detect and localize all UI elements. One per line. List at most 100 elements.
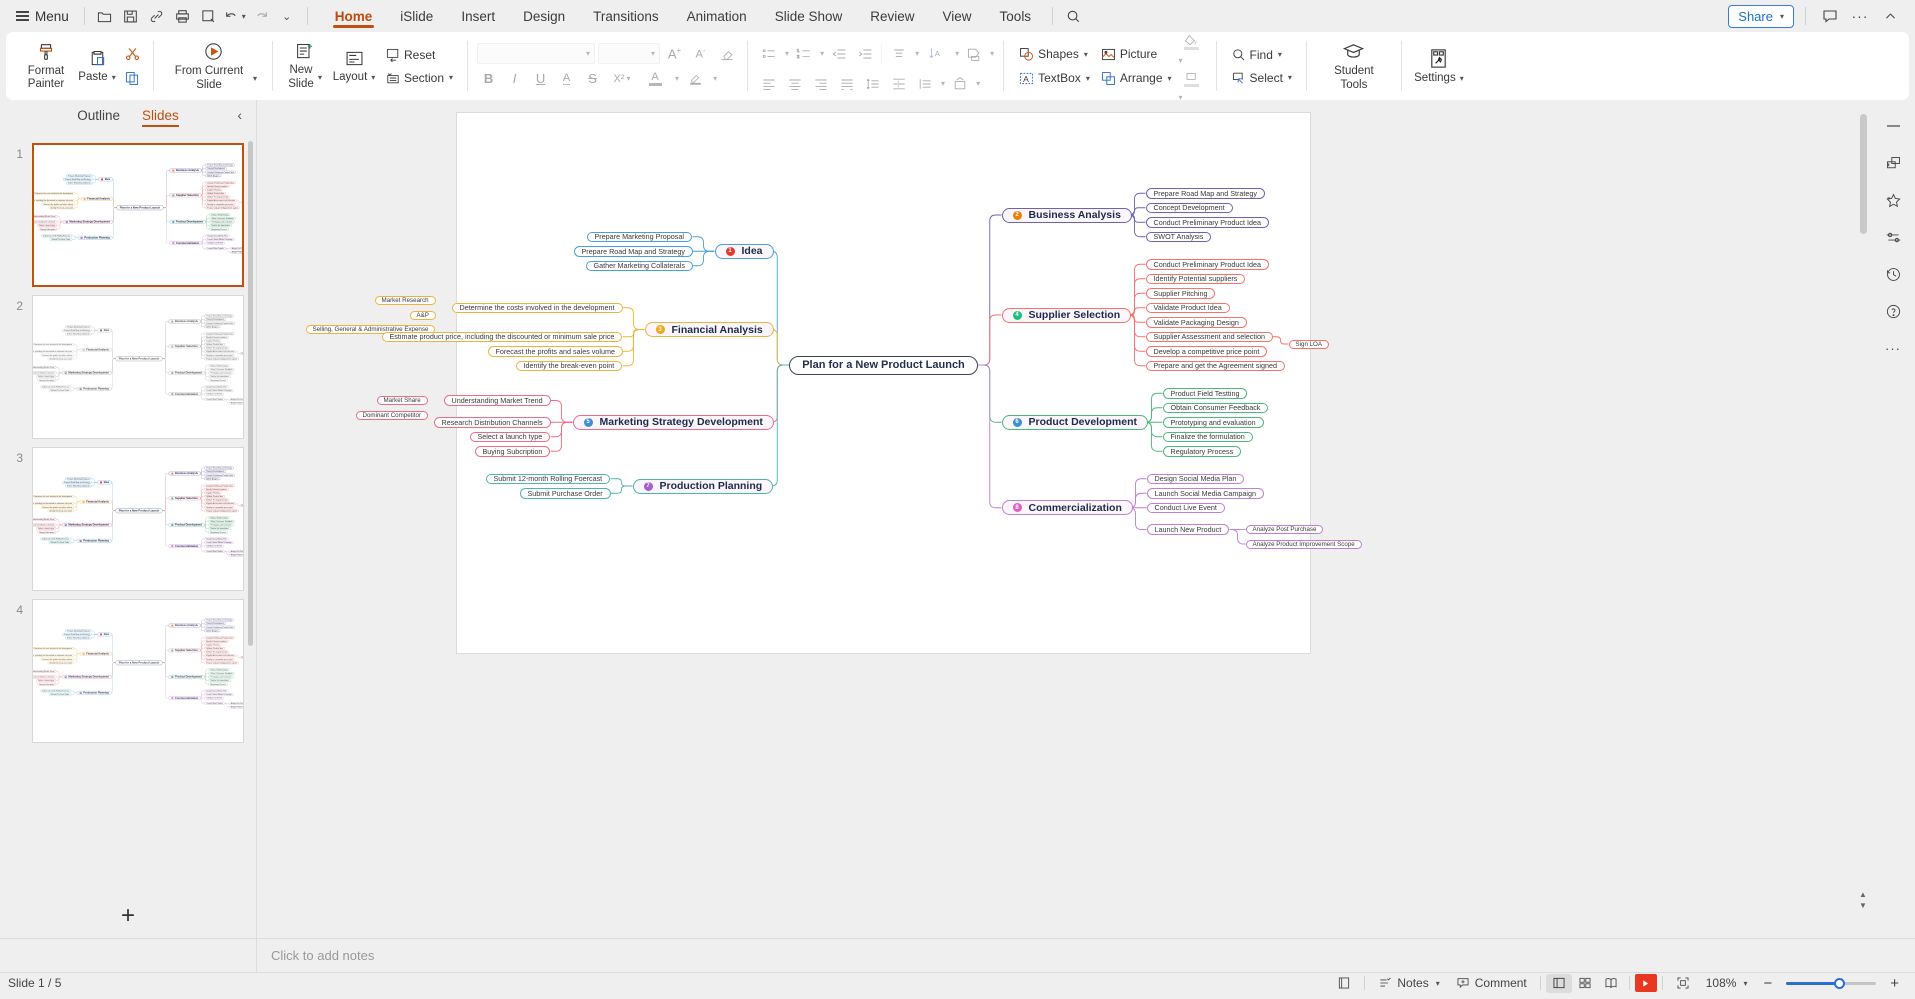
chevron-left-icon[interactable]: ‹ — [237, 107, 242, 123]
mindmap-node[interactable]: SWOT Analysis — [204, 629, 221, 633]
mindmap-node[interactable]: Regulatory Process — [208, 530, 228, 534]
new-slide-button[interactable]: New Slide ▾ — [282, 39, 328, 92]
zoom-in-icon[interactable]: + — [1882, 974, 1907, 993]
mindmap-node[interactable]: Develop a competitive price point — [204, 353, 235, 357]
mindmap-node[interactable]: Prepare Road Map and Strategy — [61, 633, 92, 636]
mindmap-node[interactable]: Forecast the profits and sales volume — [40, 353, 75, 357]
list-item[interactable]: 1 Plan for a New Product Launch 1 Idea Prep… — [0, 139, 256, 291]
mindmap-node[interactable]: Concept Development — [1145, 202, 1233, 213]
mindmap-node[interactable]: Design Social Media Plan — [1146, 473, 1245, 484]
mindmap-node[interactable]: Gather Marketing Collaterals — [64, 484, 92, 488]
mindmap-node[interactable]: Identify Potential suppliers — [205, 184, 230, 188]
mindmap-node[interactable]: Prototyping and evaluation — [208, 523, 234, 527]
mindmap-node[interactable]: Analyze Product Improvement Scope — [228, 706, 243, 709]
mindmap-node[interactable]: 7 Production Planning — [76, 538, 112, 543]
align-left-icon[interactable] — [757, 73, 780, 95]
mindmap-node[interactable]: Estimate product price, including the di… — [34, 199, 76, 202]
mindmap-node[interactable]: 7 Production Planning — [76, 386, 112, 391]
mindmap-node[interactable]: Understanding Market Trend — [443, 395, 551, 406]
mindmap-node[interactable]: Gather Marketing Collaterals — [64, 332, 92, 336]
mindmap-node[interactable]: 8 Commercialization — [168, 696, 201, 700]
layout-button[interactable]: Layout ▾ — [328, 46, 380, 86]
find-button[interactable]: Find ▾ — [1226, 45, 1297, 65]
mindmap-node[interactable]: Conduct Live Event — [1146, 502, 1225, 513]
mindmap-node[interactable]: 2 Business Analysis — [168, 471, 201, 476]
mindmap-node[interactable]: 4 Supplier Selection — [1001, 307, 1132, 323]
mindmap-node[interactable]: 6 Product Development — [168, 522, 205, 527]
mindmap-node[interactable]: 1 Idea — [96, 328, 112, 333]
mindmap-node[interactable]: 8 Commercialization — [168, 544, 201, 548]
mindmap-node[interactable]: 6 Product Development — [168, 674, 205, 679]
mindmap-node[interactable]: Analyze Post Purchase — [228, 702, 243, 705]
mindmap-node[interactable]: Understanding Market Trend — [33, 518, 57, 521]
menu-button[interactable]: Menu — [8, 6, 77, 27]
tab-review[interactable]: Review — [856, 4, 928, 29]
mindmap-node[interactable]: Submit Purchase Order — [519, 488, 611, 499]
increase-font-size-icon[interactable]: A+ — [663, 43, 686, 65]
section-button[interactable]: Section ▾ — [380, 68, 458, 88]
slide-thumbnail-3[interactable]: Plan for a New Product Launch 1 Idea Prepar… — [32, 447, 244, 591]
panel-handle-icon[interactable] — [1877, 110, 1909, 142]
mindmap-node[interactable]: Identify the break-even point — [48, 206, 76, 210]
comment-icon[interactable] — [1817, 4, 1843, 28]
mindmap-node[interactable]: Launch New Product — [204, 702, 225, 705]
mindmap-node[interactable]: Forecast the profits and sales volume — [40, 657, 75, 661]
mindmap-node[interactable]: 5 Marketing Strategy Development — [61, 370, 112, 375]
mindmap-node[interactable]: 3 Financial Analysis — [79, 651, 112, 656]
align-center-icon[interactable] — [783, 73, 806, 95]
tab-insert[interactable]: Insert — [447, 4, 509, 29]
numbered-list-icon[interactable]: 12 — [792, 43, 815, 65]
mindmap-node[interactable]: Select a launch type — [469, 431, 551, 442]
scissors-icon[interactable] — [121, 43, 144, 65]
mindmap-node[interactable]: Prepare and get the Agreement signed — [205, 206, 240, 210]
superscript-button[interactable]: X² ▾ — [607, 68, 637, 90]
line-spacing-icon[interactable] — [861, 73, 884, 95]
mindmap-node[interactable]: Buying Subcription — [37, 682, 57, 686]
mindmap-diagram[interactable]: Plan for a New Product Launch 1 Idea Prepar… — [305, 113, 1362, 653]
tab-animation[interactable]: Animation — [673, 4, 761, 29]
mindmap-node[interactable]: Determine the costs involved in the deve… — [33, 343, 75, 346]
slide-canvas-area[interactable]: Plan for a New Product Launch 1 Idea Prepar… — [257, 100, 1871, 938]
mindmap-node[interactable]: 8 Commercialization — [168, 392, 201, 396]
mindmap-node[interactable]: Obtain Consumer Feedback — [209, 216, 236, 220]
decrease-indent-icon[interactable] — [827, 43, 850, 65]
mindmap-node[interactable]: Estimate product price, including the di… — [33, 654, 75, 657]
mindmap-node[interactable]: Conduct Preliminary Product Idea — [205, 170, 236, 174]
mindmap-node[interactable]: Prepare Road Map and Strategy — [61, 329, 92, 332]
mindmap-node[interactable]: Conduct Preliminary Product Idea — [204, 636, 235, 639]
mindmap-node[interactable]: 7 Production Planning — [632, 478, 774, 494]
help-question-icon[interactable] — [1877, 295, 1909, 327]
mindmap-node[interactable]: 6 Product Development — [168, 370, 205, 375]
mindmap-node[interactable]: Launch Social Media Campaign — [1146, 488, 1264, 499]
comment-button[interactable]: Comment — [1448, 974, 1535, 992]
tab-slide-show[interactable]: Slide Show — [761, 4, 857, 29]
mindmap-node[interactable]: Conduct Preliminary Product Idea — [204, 321, 235, 325]
mindmap-node[interactable]: 3 Financial Analysis — [644, 322, 774, 337]
mindmap-node[interactable]: Submit 12-month Rolling Foercast — [40, 689, 72, 693]
mindmap-node[interactable]: Analyze Product Improvement Scope — [229, 251, 242, 254]
textbox-button[interactable]: A TextBox ▾ — [1013, 68, 1095, 89]
mindmap-node[interactable]: Validate Product Idea — [205, 192, 227, 195]
mindmap-node[interactable]: Conduct Preliminary Product Idea — [204, 625, 235, 629]
underline-button[interactable]: U — [529, 68, 552, 90]
mindmap-node[interactable]: Identify the break-even point — [47, 661, 75, 665]
decrease-font-size-icon[interactable]: A- — [689, 43, 712, 65]
mindmap-node[interactable]: A&P — [409, 310, 436, 320]
mindmap-node[interactable]: Prepare Marketing Proposal — [586, 231, 692, 242]
strikethrough-button[interactable]: S — [581, 68, 604, 90]
mindmap-node[interactable]: Select a launch type — [36, 527, 57, 530]
mindmap-node[interactable]: Conduct Live Event — [204, 544, 224, 548]
mindmap-node[interactable]: Concept Development — [205, 167, 227, 170]
mindmap-node[interactable]: 3 Financial Analysis — [80, 196, 113, 201]
mindmap-node[interactable]: Gather Marketing Collaterals — [64, 636, 92, 640]
mindmap-node[interactable]: Regulatory Process — [1162, 446, 1242, 457]
mindmap-node[interactable]: Research Distribution Channels — [34, 220, 58, 224]
mindmap-node[interactable]: Research Distribution Channels — [33, 371, 57, 375]
mindmap-node[interactable]: Select a launch type — [36, 679, 57, 682]
text-fit-icon[interactable] — [948, 73, 971, 95]
mindmap-node[interactable]: Finalize the formulation — [1162, 431, 1253, 442]
mindmap-node[interactable]: Analyze Post Purchase — [229, 247, 242, 250]
mindmap-node[interactable]: Supplier Assessment and selection — [204, 350, 236, 353]
mindmap-node[interactable]: Concept Development — [204, 470, 226, 473]
mindmap-node[interactable]: Estimate product price, including the di… — [381, 331, 623, 342]
